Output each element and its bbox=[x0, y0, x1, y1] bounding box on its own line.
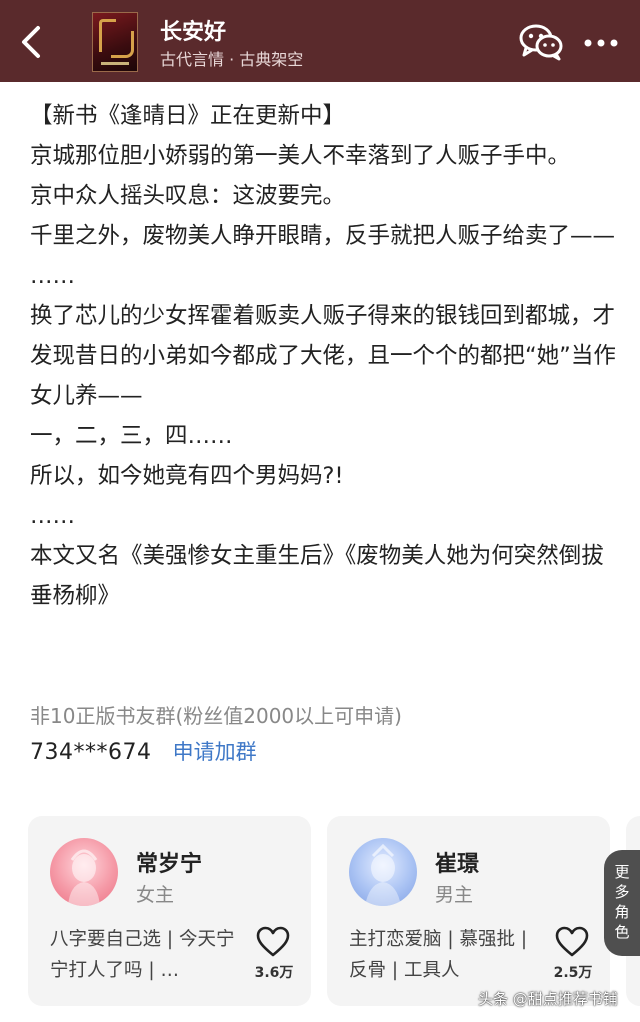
join-group-link[interactable]: 申请加群 bbox=[173, 740, 257, 764]
heart-icon bbox=[555, 926, 589, 957]
fan-group-number: 734***674 bbox=[30, 740, 152, 765]
description-paragraph: 一，二，三，四…… bbox=[30, 423, 233, 449]
more-dots-icon bbox=[584, 39, 618, 47]
fan-group-row: 734***674 申请加群 bbox=[30, 736, 257, 768]
book-description: 【新书《逢晴日》正在更新中】 京城那位胆小娇弱的第一美人不幸落到了人贩子手中。 … bbox=[30, 96, 620, 616]
fan-group-note: 非10正版书友群(粉丝值2000以上可申请) bbox=[30, 704, 402, 728]
character-tags: 八字要自己选 | 今天宁宁打人了吗 | … bbox=[50, 929, 235, 981]
book-genre: 古代言情 · 古典架空 bbox=[160, 50, 304, 69]
character-card[interactable]: 常岁宁 女主 八字要自己选 | 今天宁宁打人了吗 | … 3.6万 bbox=[28, 816, 311, 1006]
description-paragraph: …… bbox=[30, 503, 75, 529]
description-paragraph: …… bbox=[30, 263, 75, 289]
avatar bbox=[349, 838, 417, 906]
like-button[interactable] bbox=[555, 926, 589, 958]
description-paragraph: 换了芯儿的少女挥霍着贩卖人贩子得来的银钱回到都城，才发现昔日的小弟如今都成了大佬… bbox=[30, 303, 616, 409]
avatar bbox=[50, 838, 118, 906]
more-options-button[interactable] bbox=[580, 26, 624, 60]
top-bar: 长安好 古代言情 · 古典架空 bbox=[0, 0, 640, 82]
book-title: 长安好 bbox=[160, 20, 227, 45]
more-roles-label: 更多角色 bbox=[614, 863, 630, 941]
description-paragraph: 本文又名《美强惨女主重生后》《废物美人她为何突然倒拔垂杨柳》 bbox=[30, 543, 604, 609]
character-name: 崔璟 bbox=[435, 852, 480, 877]
character-role: 男主 bbox=[435, 884, 474, 906]
heart-icon bbox=[256, 926, 290, 957]
like-count: 2.5万 bbox=[553, 965, 593, 981]
wechat-share-button[interactable] bbox=[518, 22, 564, 62]
description-paragraph: 京中众人摇头叹息：这波要完。 bbox=[30, 183, 346, 209]
like-count: 3.6万 bbox=[254, 965, 294, 981]
description-paragraph: 千里之外，废物美人睁开眼睛，反手就把人贩子给卖了—— bbox=[30, 223, 616, 249]
description-paragraph: 京城那位胆小娇弱的第一美人不幸落到了人贩子手中。 bbox=[30, 143, 571, 169]
character-name: 常岁宁 bbox=[136, 852, 203, 877]
description-paragraph: 所以，如今她竟有四个男妈妈?! bbox=[30, 463, 344, 489]
back-button[interactable] bbox=[14, 20, 48, 64]
watermark: 头条 @甜点推荐书铺 bbox=[478, 990, 618, 1008]
character-tags: 主打恋爱脑 | 慕强批 | 反骨 | 工具人 bbox=[349, 929, 528, 981]
description-paragraph: 【新书《逢晴日》正在更新中】 bbox=[30, 103, 346, 129]
more-roles-button[interactable]: 更多角色 bbox=[604, 850, 640, 956]
like-button[interactable] bbox=[256, 926, 290, 958]
book-cover[interactable] bbox=[92, 12, 138, 72]
wechat-icon bbox=[519, 24, 563, 61]
character-card[interactable]: 崔璟 男主 主打恋爱脑 | 慕强批 | 反骨 | 工具人 2.5万 bbox=[327, 816, 610, 1006]
back-arrow-icon bbox=[22, 26, 40, 58]
character-role: 女主 bbox=[136, 884, 175, 906]
